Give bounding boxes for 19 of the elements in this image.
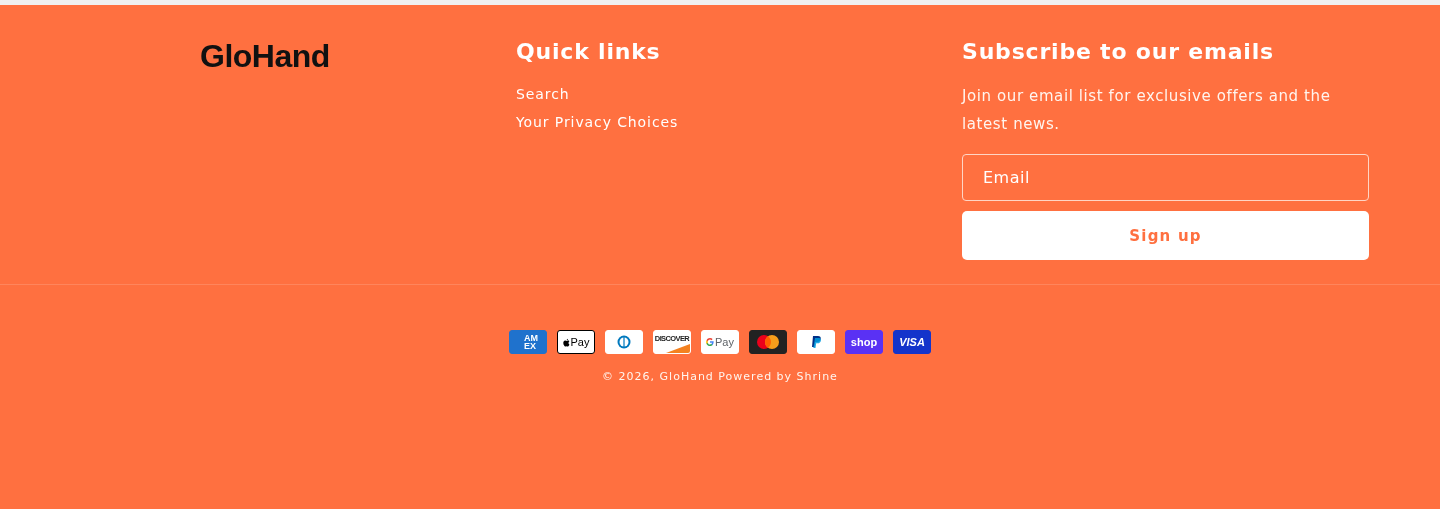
sign-up-button[interactable]: Sign up: [962, 211, 1369, 260]
mastercard-payment-icon: [749, 330, 787, 354]
quick-links-heading: Quick links: [516, 39, 661, 64]
powered-by-link[interactable]: Powered by Shrine: [718, 370, 838, 383]
visa-payment-icon: VISA: [893, 330, 931, 354]
footer-link[interactable]: Search: [516, 80, 570, 108]
newsletter-heading: Subscribe to our emails: [962, 39, 1275, 64]
copyright-text: © 2026, GloHand Powered by Shrine: [602, 370, 838, 383]
shoppay-payment-icon: shop: [845, 330, 883, 354]
brand-logo[interactable]: GloHand: [200, 38, 330, 75]
applepay-payment-icon: Pay: [557, 330, 595, 354]
email-field[interactable]: Email: [962, 154, 1369, 201]
brand-link[interactable]: GloHand: [659, 370, 714, 383]
paypal-payment-icon: [797, 330, 835, 354]
amex-payment-icon: AMEX: [509, 330, 547, 354]
footer-link[interactable]: Your Privacy Choices: [516, 108, 679, 136]
newsletter-text: Join our email list for exclusive offers and the latest news.: [962, 86, 1332, 135]
googlepay-payment-icon: Pay: [701, 330, 739, 354]
diners-payment-icon: [605, 330, 643, 354]
